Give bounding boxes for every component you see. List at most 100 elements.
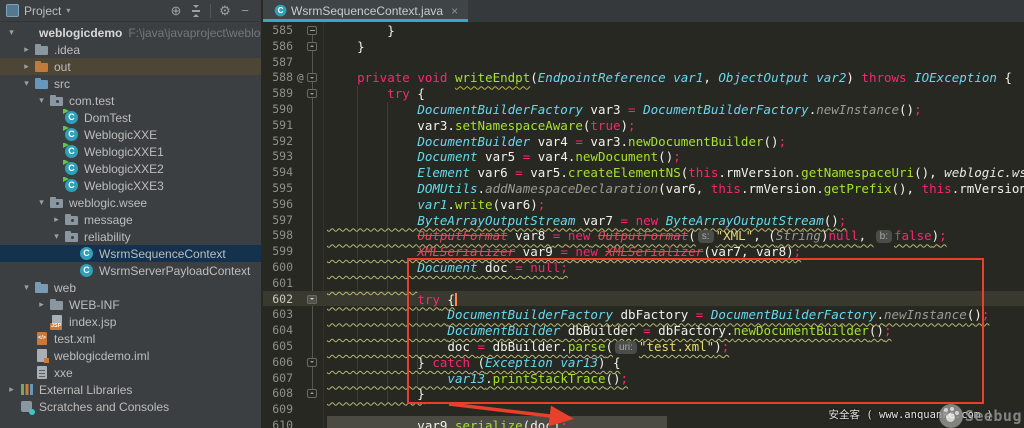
fold-marker-icon[interactable] bbox=[307, 26, 317, 35]
code-line[interactable]: } bbox=[327, 386, 425, 402]
tree-item-com-test[interactable]: ▾com.test bbox=[0, 92, 262, 109]
chevron-right-icon[interactable]: ▸ bbox=[34, 299, 49, 310]
code-line[interactable]: doc = dbBuilder.parse(uri:"test.xml"); bbox=[327, 339, 729, 355]
line-number[interactable]: 593 bbox=[263, 149, 293, 165]
code-line[interactable]: private void writeEndpt(EndpointReferenc… bbox=[327, 70, 1012, 86]
line-number[interactable]: 594 bbox=[263, 165, 293, 181]
chevron-right-icon[interactable]: ▸ bbox=[4, 384, 19, 395]
code-line[interactable]: XMLSerializer var9 = new XMLSerializer(v… bbox=[327, 244, 801, 260]
line-number[interactable]: 602 bbox=[263, 292, 293, 308]
line-number[interactable]: 606 bbox=[263, 355, 293, 371]
fold-marker-icon[interactable] bbox=[307, 295, 317, 304]
line-number[interactable]: 610 bbox=[263, 418, 293, 428]
line-number[interactable]: 588 bbox=[263, 70, 293, 86]
code-line[interactable]: DOMUtils.addNamespaceDeclaration(var6, t… bbox=[327, 181, 1024, 197]
code-line[interactable]: var13.printStackTrace(); bbox=[327, 371, 628, 387]
code-line[interactable]: DocumentBuilderFactory dbFactory = Docum… bbox=[327, 307, 989, 323]
tree-item-weblogicxxe3[interactable]: WeblogicXXE3 bbox=[0, 177, 262, 194]
code-line[interactable]: DocumentBuilder dbBuilder = dbFactory.ne… bbox=[327, 323, 892, 339]
tree-item-weblogicxxe2[interactable]: WeblogicXXE2 bbox=[0, 160, 262, 177]
line-number[interactable]: 609 bbox=[263, 402, 293, 418]
line-number[interactable]: 592 bbox=[263, 134, 293, 150]
tree-item-domtest[interactable]: DomTest bbox=[0, 109, 262, 126]
tree-item-out[interactable]: ▸out bbox=[0, 58, 262, 75]
code-line[interactable]: var9.serialize(doc); bbox=[327, 418, 568, 428]
line-number[interactable]: 603 bbox=[263, 307, 293, 323]
line-number[interactable]: 607 bbox=[263, 371, 293, 387]
line-number[interactable]: 599 bbox=[263, 244, 293, 260]
fold-marker-icon[interactable] bbox=[307, 389, 317, 398]
code-line[interactable] bbox=[327, 276, 417, 292]
chevron-right-icon[interactable]: ▸ bbox=[49, 214, 64, 225]
fold-marker-icon[interactable] bbox=[307, 73, 317, 82]
code-line[interactable]: Element var6 = var5.createElementNS(this… bbox=[327, 165, 1024, 181]
line-number[interactable]: 591 bbox=[263, 118, 293, 134]
code-editor[interactable]: 安全客 ( www.anquanke.com ) Seebug 585 }586… bbox=[263, 22, 1024, 428]
code-line[interactable]: var3.setNamespaceAware(true); bbox=[327, 118, 636, 134]
code-line[interactable]: Document var5 = var4.newDocument(); bbox=[327, 149, 681, 165]
gear-icon[interactable]: ⚙ bbox=[215, 2, 235, 20]
close-icon[interactable]: × bbox=[451, 4, 458, 18]
tree-item-external-libraries[interactable]: ▸External Libraries bbox=[0, 381, 262, 398]
line-number[interactable]: 587 bbox=[263, 55, 293, 71]
tree-item-xxe[interactable]: xxe bbox=[0, 364, 262, 381]
code-line[interactable]: OutputFormat var8 = new OutputFormat(s:"… bbox=[327, 228, 947, 244]
code-line[interactable]: DocumentBuilder var4 = var3.newDocumentB… bbox=[327, 134, 786, 150]
tree-item-weblogicxxe[interactable]: WeblogicXXE bbox=[0, 126, 262, 143]
line-number[interactable]: 608 bbox=[263, 386, 293, 402]
tree-item-weblogicdemo-iml[interactable]: weblogicdemo.iml bbox=[0, 347, 262, 364]
tab-wsrmsequencecontext[interactable]: WsrmSequenceContext.java × bbox=[263, 0, 468, 22]
tree-item-src[interactable]: ▾src bbox=[0, 75, 262, 92]
code-line[interactable]: } bbox=[327, 23, 395, 39]
line-number[interactable]: 605 bbox=[263, 339, 293, 355]
tree-item-web[interactable]: ▾web bbox=[0, 279, 262, 296]
hide-panel-icon[interactable]: − bbox=[235, 2, 255, 20]
tree-item-reliability[interactable]: ▾reliability bbox=[0, 228, 262, 245]
locate-file-icon[interactable]: ⊕ bbox=[166, 2, 186, 20]
line-number[interactable]: 595 bbox=[263, 181, 293, 197]
collapse-all-icon[interactable] bbox=[186, 2, 206, 20]
line-number[interactable]: 586 bbox=[263, 39, 293, 55]
chevron-down-icon[interactable]: ▾ bbox=[34, 197, 49, 208]
line-number[interactable]: 597 bbox=[263, 213, 293, 229]
tree-item-wsrmserverpayloadcontext[interactable]: WsrmServerPayloadContext bbox=[0, 262, 262, 279]
code-line[interactable]: } catch (Exception var13) { bbox=[327, 355, 621, 371]
line-number[interactable]: 590 bbox=[263, 102, 293, 118]
chevron-down-icon[interactable]: ▾ bbox=[19, 78, 34, 89]
code-line[interactable]: DocumentBuilderFactory var3 = DocumentBu… bbox=[327, 102, 922, 118]
fold-marker-icon[interactable] bbox=[307, 358, 317, 367]
tree-item-weblogicdemo[interactable]: ▾weblogicdemoF:\java\javaproject\weblogi… bbox=[0, 24, 262, 41]
line-number[interactable]: 604 bbox=[263, 323, 293, 339]
code-line[interactable]: try { bbox=[327, 292, 457, 308]
line-number[interactable]: 585 bbox=[263, 23, 293, 39]
line-number[interactable]: 600 bbox=[263, 260, 293, 276]
code-line[interactable]: var1.write(var6); bbox=[327, 197, 545, 213]
chevron-right-icon[interactable]: ▸ bbox=[19, 61, 34, 72]
line-number[interactable]: 601 bbox=[263, 276, 293, 292]
tree-item--idea[interactable]: ▸.idea bbox=[0, 41, 262, 58]
chevron-down-icon[interactable]: ▾ bbox=[34, 95, 49, 106]
line-number[interactable]: 598 bbox=[263, 228, 293, 244]
tree-item-message[interactable]: ▸message bbox=[0, 211, 262, 228]
chevron-down-icon[interactable]: ▾ bbox=[4, 27, 19, 38]
code-line[interactable]: } bbox=[327, 39, 365, 55]
chevron-right-icon[interactable]: ▸ bbox=[19, 44, 34, 55]
tree-item-weblogic-wsee[interactable]: ▾weblogic.wsee bbox=[0, 194, 262, 211]
code-line[interactable]: ByteArrayOutputStream var7 = new ByteArr… bbox=[327, 213, 846, 229]
tree-item-test-xml[interactable]: test.xml bbox=[0, 330, 262, 347]
chevron-down-icon[interactable]: ▾ bbox=[49, 231, 64, 242]
code-line[interactable]: Document doc = null; bbox=[327, 260, 568, 276]
line-number[interactable]: 589 bbox=[263, 86, 293, 102]
chevron-down-icon[interactable]: ▾ bbox=[66, 6, 70, 15]
code-line[interactable]: try { bbox=[327, 86, 425, 102]
chevron-down-icon[interactable]: ▾ bbox=[19, 282, 34, 293]
tree-item-index-jsp[interactable]: index.jsp bbox=[0, 313, 262, 330]
line-number[interactable]: 596 bbox=[263, 197, 293, 213]
fold-marker-icon[interactable] bbox=[307, 89, 317, 98]
fold-marker-icon[interactable] bbox=[307, 42, 317, 51]
tree-item-scratches-and-consoles[interactable]: Scratches and Consoles bbox=[0, 398, 262, 415]
tree-item-weblogicxxe1[interactable]: WeblogicXXE1 bbox=[0, 143, 262, 160]
project-panel-title[interactable]: Project bbox=[24, 4, 61, 18]
tree-item-wsrmsequencecontext[interactable]: WsrmSequenceContext bbox=[0, 245, 262, 262]
tree-item-web-inf[interactable]: ▸WEB-INF bbox=[0, 296, 262, 313]
